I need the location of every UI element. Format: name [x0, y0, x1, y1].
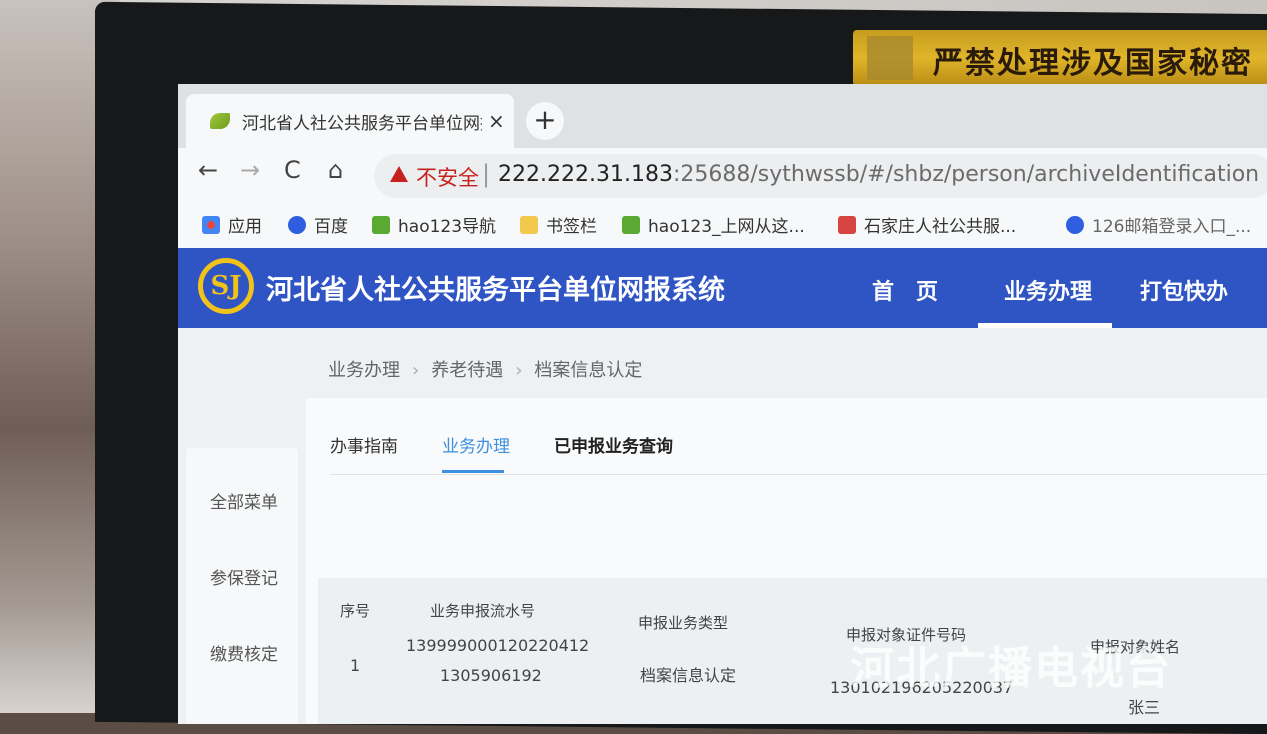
- hao123-icon: [372, 215, 390, 234]
- bookmark-sjz[interactable]: 石家庄人社公共服...: [838, 212, 1016, 237]
- url-host: 222.222.31.183: [498, 162, 673, 187]
- security-label[interactable]: 不安全: [416, 162, 479, 192]
- browser-toolbar: ← → C ⌂ 不安全 | 222.222.31.183:25688/sythw…: [178, 148, 1267, 206]
- leaf-favicon-icon: [210, 113, 230, 129]
- bookmark-label: 应用: [228, 217, 262, 237]
- new-tab-button[interactable]: +: [526, 102, 564, 140]
- row-serial-cont: 1305906192: [440, 666, 542, 685]
- bookmark-label: 126邮箱登录入口_...: [1092, 217, 1252, 237]
- sticker-seal: [867, 36, 913, 80]
- sidebar-item-all-menu[interactable]: 全部菜单: [210, 488, 278, 513]
- warning-sticker: 严禁处理涉及国家秘密: [853, 30, 1267, 86]
- folder-icon: [520, 215, 538, 234]
- reload-icon[interactable]: C: [284, 156, 301, 184]
- baidu-paw-icon: [1066, 215, 1084, 234]
- tab-guide[interactable]: 办事指南: [330, 432, 398, 457]
- table-header: 业务申报流水号: [430, 602, 536, 620]
- table-header: 申报业务类型: [638, 614, 729, 632]
- close-icon[interactable]: ×: [488, 109, 505, 133]
- apps-grid-icon: [202, 215, 220, 234]
- sidebar-item-registration[interactable]: 参保登记: [210, 564, 278, 589]
- breadcrumb-item[interactable]: 养老待遇: [431, 360, 503, 381]
- row-serial: 139999000120220412: [406, 636, 590, 655]
- chevron-right-icon: ›: [515, 360, 523, 381]
- nav-business[interactable]: 业务办理: [1004, 274, 1092, 306]
- tab-strip: 河北省人社公共服务平台单位网报 × +: [178, 84, 1267, 148]
- site-title: 河北省人社公共服务平台单位网报系统: [266, 275, 725, 306]
- bookmark-baidu[interactable]: 百度: [288, 212, 348, 237]
- baidu-paw-icon: [288, 215, 306, 234]
- bookmarks-bar: 应用 百度 hao123导航 书签栏 hao123_上网从这... 石家庄人社公…: [178, 206, 1267, 249]
- bookmark-hao123-home[interactable]: hao123_上网从这...: [622, 212, 805, 237]
- tab-title: 河北省人社公共服务平台单位网报: [242, 113, 482, 134]
- breadcrumb: 业务办理 › 养老待遇 › 档案信息认定: [328, 356, 642, 382]
- bookmark-label: hao123_上网从这...: [648, 217, 805, 237]
- sidebar: 全部菜单 参保登记 缴费核定: [186, 448, 298, 724]
- tab-active-indicator: [442, 470, 504, 473]
- site-logo: SJ: [198, 258, 254, 314]
- separator: |: [482, 160, 491, 188]
- back-icon[interactable]: ←: [198, 156, 218, 184]
- chevron-right-icon: ›: [412, 360, 420, 381]
- url-text[interactable]: 222.222.31.183:25688/sythwssb/#/shbz/per…: [498, 162, 1259, 187]
- hao123-icon: [622, 215, 640, 234]
- bookmark-label: 百度: [314, 217, 348, 237]
- site-icon: [838, 215, 856, 234]
- forward-icon[interactable]: →: [240, 156, 260, 184]
- url-path: :25688/sythwssb/#/shbz/person/archiveIde…: [672, 162, 1260, 187]
- bookmark-apps[interactable]: 应用: [202, 212, 262, 237]
- table-header: 序号: [340, 602, 371, 620]
- nav-quick[interactable]: 打包快办: [1140, 274, 1228, 306]
- breadcrumb-item[interactable]: 业务办理: [328, 360, 400, 381]
- address-bar[interactable]: 不安全 | 222.222.31.183:25688/sythwssb/#/sh…: [374, 154, 1267, 198]
- row-name: 张三: [1128, 698, 1161, 717]
- sidebar-item-payment[interactable]: 缴费核定: [210, 640, 278, 665]
- bookmark-folder[interactable]: 书签栏: [520, 212, 597, 237]
- row-index: 1: [350, 656, 361, 675]
- site-header: SJ 河北省人社公共服务平台单位网报系统 首 页 业务办理 打包快办: [178, 248, 1267, 328]
- sticker-text: 严禁处理涉及国家秘密: [933, 46, 1253, 81]
- screen: 河北省人社公共服务平台单位网报 × + ← → C ⌂ 不安全 | 222.22…: [178, 84, 1267, 724]
- tv-watermark: 河北广播电视台: [850, 643, 1172, 694]
- tab-divider: [330, 474, 1267, 475]
- browser-tab[interactable]: 河北省人社公共服务平台单位网报 ×: [186, 94, 514, 148]
- breadcrumb-item: 档案信息认定: [534, 360, 643, 381]
- warning-icon[interactable]: [390, 166, 408, 182]
- bookmark-label: 书签栏: [546, 217, 597, 237]
- bookmark-label: 石家庄人社公共服...: [864, 217, 1017, 237]
- nav-home[interactable]: 首 页: [872, 274, 938, 306]
- bookmark-126[interactable]: 126邮箱登录入口_...: [1066, 212, 1251, 237]
- bookmark-label: hao123导航: [398, 217, 497, 237]
- tab-query[interactable]: 已申报业务查询: [554, 432, 673, 457]
- tab-business[interactable]: 业务办理: [442, 432, 510, 457]
- home-icon[interactable]: ⌂: [328, 156, 343, 184]
- row-type: 档案信息认定: [640, 666, 737, 685]
- bookmark-hao123[interactable]: hao123导航: [372, 212, 496, 237]
